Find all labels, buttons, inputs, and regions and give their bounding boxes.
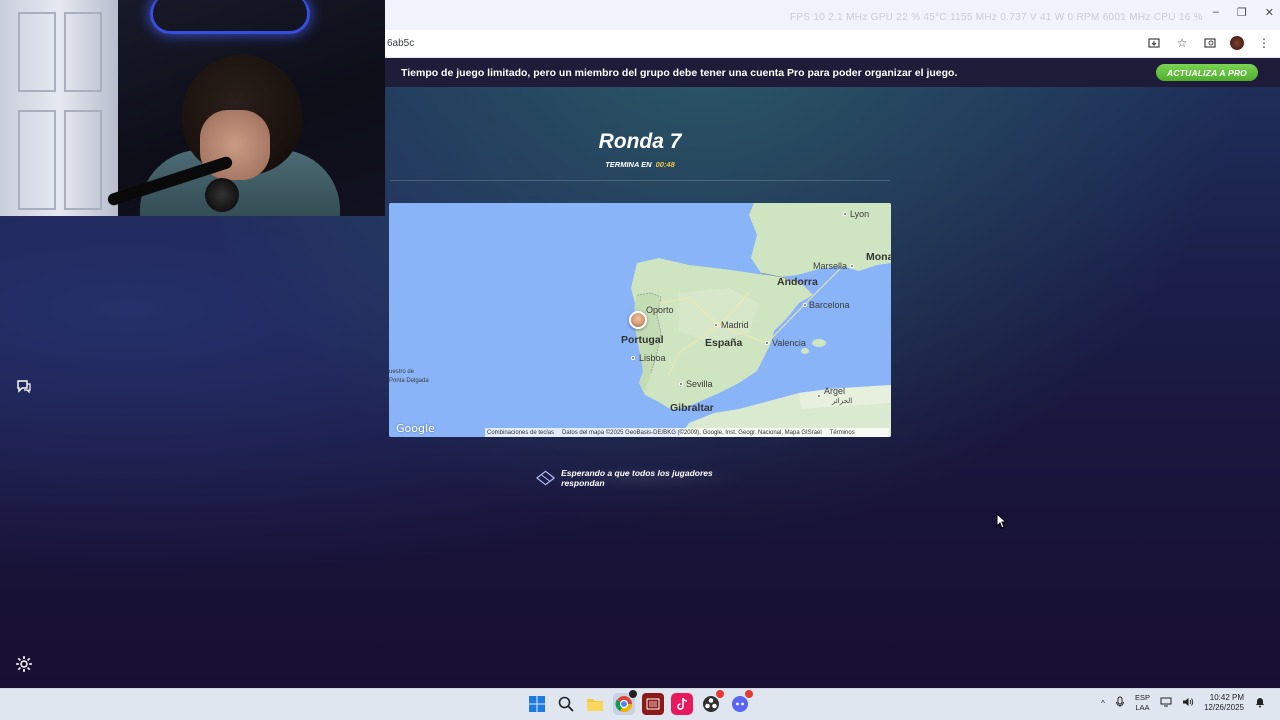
file-explorer-icon[interactable]: [584, 693, 606, 715]
tab-search-icon[interactable]: [1202, 35, 1218, 51]
map-label-barcelona: Barcelona: [809, 300, 850, 310]
map-label-gibraltar: Gibraltar: [670, 402, 714, 414]
volume-icon[interactable]: [1182, 697, 1194, 709]
language-indicator[interactable]: ESP LAA: [1135, 693, 1150, 713]
microphone-icon: [205, 178, 239, 212]
waiting-text: Esperando a que todos los jugadores resp…: [561, 468, 713, 488]
windows-taskbar: ^ ESP LAA 10:42 PM 12/26/2025: [0, 688, 1280, 720]
stream-app-icon[interactable]: [642, 693, 664, 715]
performance-overlay: FPS 10 2.1 MHz GPU 22 % 45°C 1155 MHz 0.…: [790, 12, 1203, 23]
search-icon[interactable]: [555, 693, 577, 715]
map-dot-madrid: [714, 323, 718, 327]
windows-start-icon[interactable]: [526, 693, 548, 715]
tray-microphone-icon[interactable]: [1115, 696, 1125, 710]
map-label-portugal: Portugal: [621, 334, 664, 346]
map-dot-valencia: [765, 341, 769, 345]
webcam-overlay: [0, 0, 385, 216]
promo-message: Tiempo de juego limitado, pero un miembr…: [401, 66, 958, 79]
keyboard-layout: LAA: [1135, 703, 1150, 712]
map-label-espana: España: [705, 337, 743, 349]
time-left: 00:48: [655, 160, 675, 169]
map-label-argel-ar: الجزائر: [832, 398, 853, 405]
restore-button[interactable]: ❐: [1237, 6, 1247, 19]
tray-overflow-chevron-icon[interactable]: ^: [1101, 699, 1105, 708]
map-label-monaco: Mona: [866, 251, 891, 263]
header-divider: [390, 180, 890, 181]
terms-link[interactable]: Términos: [830, 430, 855, 436]
browser-titlebar: FPS 10 2.1 MHz GPU 22 % 45°C 1155 MHz 0.…: [385, 0, 1280, 30]
player-avatar-marker[interactable]: [629, 311, 647, 329]
address-bar-icons: ☆ ⋮: [1146, 35, 1272, 51]
webcam-door: [0, 0, 118, 216]
map-label-lyon: Lyon: [850, 209, 870, 219]
keyboard-shortcuts-link[interactable]: Combinaciones de teclas: [487, 430, 554, 436]
close-button[interactable]: ✕: [1265, 6, 1274, 19]
system-clock[interactable]: 10:42 PM 12/26/2025: [1204, 693, 1244, 713]
notifications-icon[interactable]: [1254, 696, 1266, 710]
window-controls: – ❐ ✕: [1213, 6, 1274, 19]
round-title: Ronda 7: [598, 130, 682, 153]
pro-promo-banner: Tiempo de juego limitado, pero un miembr…: [385, 58, 1280, 87]
discord-badge: [745, 690, 753, 698]
language-code: ESP: [1134, 693, 1150, 702]
chat-icon[interactable]: [13, 375, 35, 397]
obs-icon[interactable]: [700, 690, 724, 715]
neon-light: [150, 0, 310, 34]
map-dot-barcelona: [803, 303, 807, 307]
map-footer: Combinaciones de teclas Datos del mapa ©…: [485, 428, 889, 437]
map-dot-lisboa: [631, 356, 635, 360]
map-label-lisboa: Lisboa: [639, 353, 666, 363]
map-label-valencia: Valencia: [772, 338, 806, 348]
map-attribution: Datos del mapa ©2025 GeoBasis-DE/BKG (©2…: [562, 429, 822, 436]
clock-time: 10:42 PM: [1209, 693, 1244, 702]
chrome-icon[interactable]: [613, 690, 637, 715]
mouse-cursor-icon: [996, 513, 1008, 529]
map-label-sevilla: Sevilla: [686, 379, 713, 389]
map-label-oporto: Oporto: [646, 305, 674, 315]
minimize-button[interactable]: –: [1213, 6, 1219, 19]
taskbar-apps: [526, 690, 753, 715]
hourglass-triangle-icon: [536, 470, 556, 486]
network-icon[interactable]: [1160, 697, 1172, 709]
google-logo: Google: [396, 422, 435, 435]
address-bar[interactable]: 6ab5c ☆ ⋮: [385, 30, 1280, 58]
map-dot-argel: [817, 394, 821, 398]
map-label-argel: Argel: [824, 386, 846, 396]
menu-kebab-icon[interactable]: ⋮: [1256, 35, 1272, 51]
map-label-azores-top: uestro de: [389, 369, 415, 375]
install-app-icon[interactable]: [1146, 35, 1162, 51]
map-dot-lyon: [843, 212, 847, 216]
chrome-badge: [629, 690, 637, 698]
map-label-madrid: Madrid: [721, 320, 749, 330]
upgrade-pro-button[interactable]: ACTUALIZA A PRO: [1156, 64, 1258, 81]
tiktok-icon[interactable]: [671, 693, 693, 715]
discord-icon[interactable]: [729, 690, 753, 715]
clock-date: 12/26/2025: [1203, 703, 1244, 712]
waiting-status: Esperando a que todos los jugadores resp…: [530, 466, 750, 490]
map-label-andorra: Andorra: [777, 276, 818, 288]
map-label-azores: Ponta Delgada: [389, 378, 429, 384]
settings-gear-icon[interactable]: [13, 653, 35, 675]
url-text[interactable]: 6ab5c: [387, 38, 414, 49]
round-timer: TERMINA EN 00:48: [540, 160, 740, 169]
map-dot-marsella: [850, 264, 854, 268]
bookmark-star-icon[interactable]: ☆: [1174, 35, 1190, 51]
obs-badge: [716, 690, 724, 698]
system-tray: ^ ESP LAA 10:42 PM 12/26/2025: [1101, 693, 1266, 713]
ends-in-label: TERMINA EN: [605, 160, 652, 169]
map-label-marsella: Marsella: [813, 261, 848, 271]
profile-avatar[interactable]: [1230, 36, 1244, 50]
map-dot-sevilla: [679, 382, 683, 386]
